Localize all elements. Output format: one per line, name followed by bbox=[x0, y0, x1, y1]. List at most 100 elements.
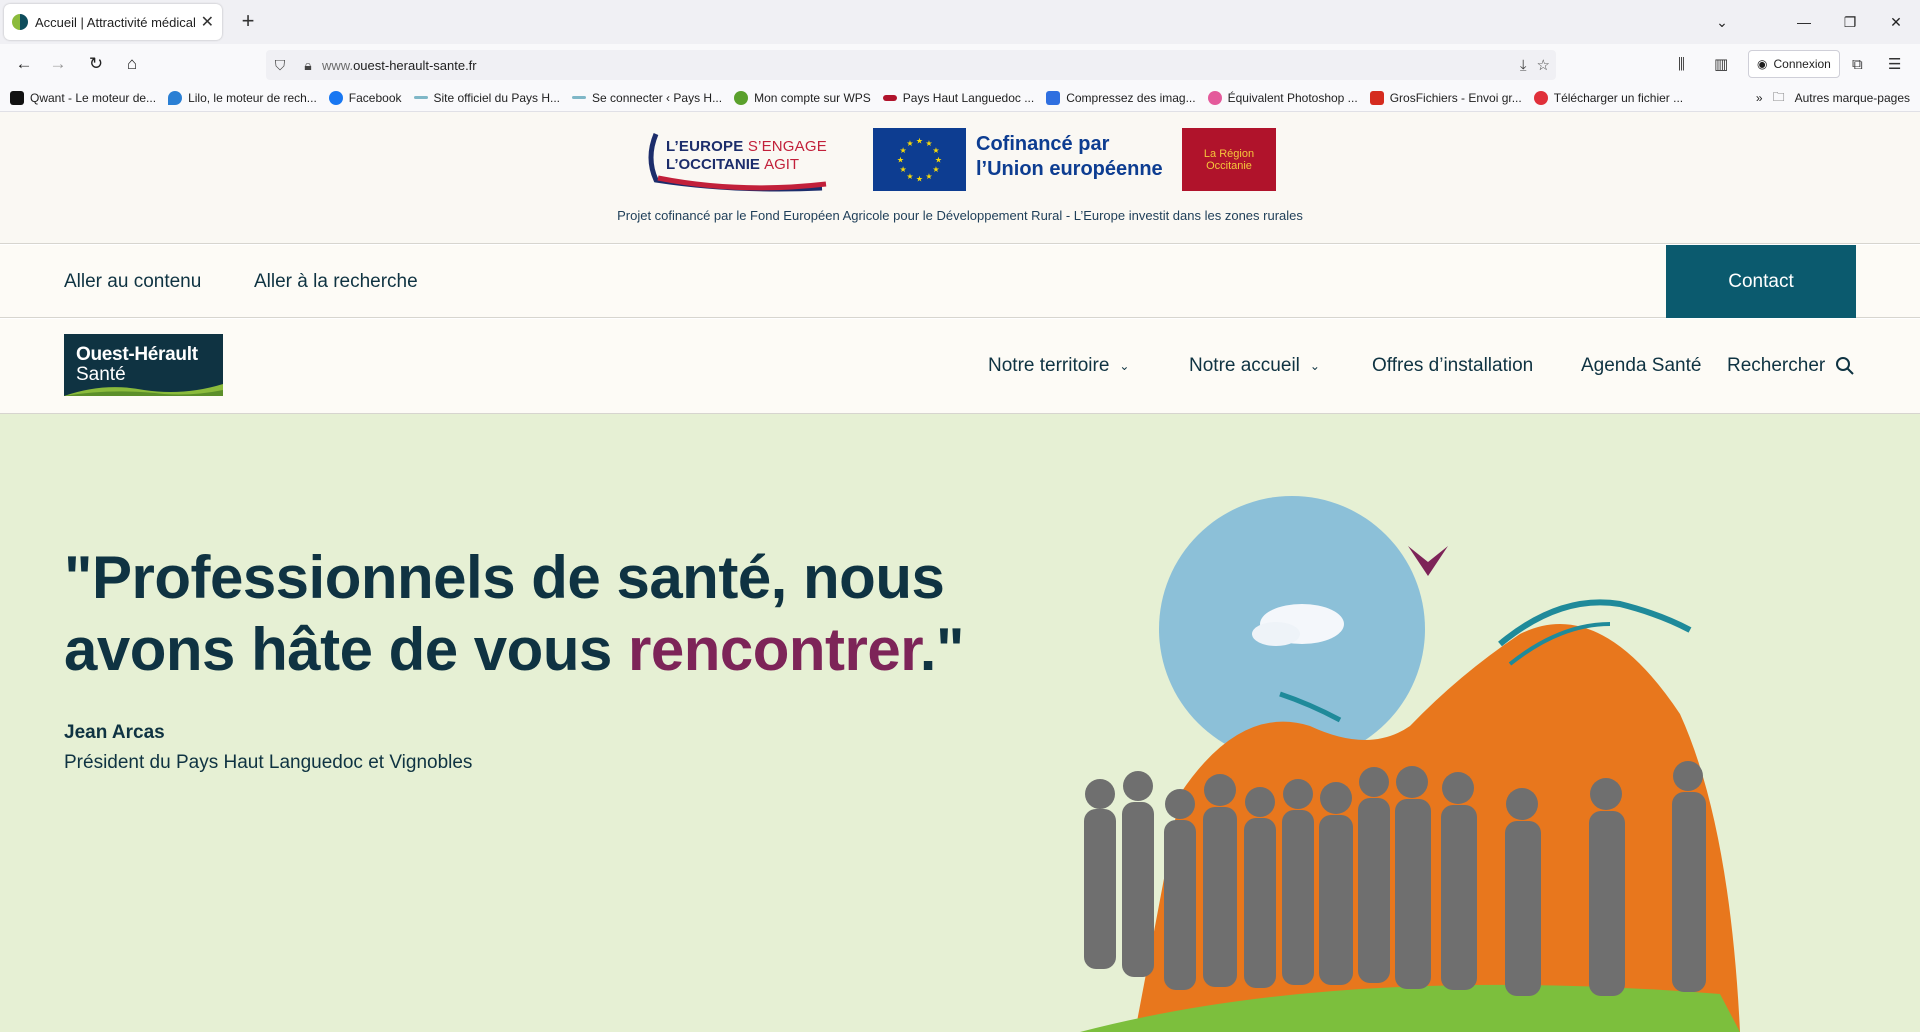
eu-star-icon: ★ bbox=[932, 165, 939, 174]
bookmark-item[interactable]: Site officiel du Pays H... bbox=[413, 91, 560, 105]
bookmark-item[interactable]: Qwant - Le moteur de... bbox=[10, 90, 156, 105]
bookmarks-toolbar: Qwant - Le moteur de... Lilo, le moteur … bbox=[0, 84, 1920, 112]
quote-author-name: Jean Arcas bbox=[64, 722, 165, 743]
back-icon[interactable]: ← bbox=[10, 50, 38, 78]
bookmark-favicon-icon bbox=[1369, 90, 1384, 105]
eu-star-icon: ★ bbox=[916, 137, 923, 146]
europe-logo-text-4: AGIT bbox=[764, 156, 800, 173]
url-domain: ouest-herault-sante.fr bbox=[353, 57, 477, 73]
bookmark-favicon-icon bbox=[168, 90, 183, 105]
minimize-window-icon[interactable]: — bbox=[1782, 0, 1826, 44]
other-bookmarks-label[interactable]: Autres marque-pages bbox=[1795, 91, 1910, 105]
skip-links-bar: Aller au contenu Aller à la recherche Co… bbox=[0, 245, 1920, 318]
restore-window-icon[interactable]: ❐ bbox=[1828, 0, 1872, 44]
heart-icon bbox=[1533, 90, 1548, 105]
eu-star-icon: ★ bbox=[935, 156, 942, 165]
bookmark-item[interactable]: Équivalent Photoshop ... bbox=[1207, 90, 1358, 105]
nav-notre-territoire[interactable]: Notre territoire ⌄ bbox=[988, 355, 1129, 377]
nav-notre-territoire-label: Notre territoire bbox=[988, 355, 1110, 376]
eu-star-icon: ★ bbox=[897, 156, 904, 165]
bookmark-item[interactable]: Télécharger un fichier ... bbox=[1533, 90, 1683, 105]
nav-agenda-label: Agenda Santé bbox=[1581, 355, 1702, 376]
nav-agenda-sante[interactable]: Agenda Santé bbox=[1581, 355, 1701, 377]
site-logo-line1: Ouest-Hérault bbox=[76, 344, 198, 365]
url-prefix: www. bbox=[322, 57, 354, 73]
hero-quote-part2: ." bbox=[919, 616, 965, 683]
bookmark-favicon-icon bbox=[882, 94, 897, 101]
account-label: Connexion bbox=[1773, 57, 1831, 71]
hero-illustration bbox=[1080, 496, 1740, 1032]
nav-notre-accueil-label: Notre accueil bbox=[1189, 355, 1300, 376]
bird-shape bbox=[1408, 546, 1448, 576]
bookmark-item[interactable]: Lilo, le moteur de rech... bbox=[168, 90, 317, 105]
funding-banner: L’EUROPE S’ENGAGE L’OCCITANIE AGIT ★ ★ ★ ★ ★… bbox=[0, 112, 1920, 244]
account-icon: ◉ bbox=[1757, 57, 1768, 71]
bookmark-favicon-icon bbox=[572, 96, 587, 99]
chevron-down-icon: ⌄ bbox=[1309, 359, 1320, 373]
region-logo-text: La Région Occitanie bbox=[1203, 147, 1255, 172]
close-window-icon[interactable]: ✕ bbox=[1874, 0, 1918, 44]
browser-tab-active[interactable]: Accueil | Attractivité médicale ✕ bbox=[4, 4, 222, 40]
bookmark-favicon-icon bbox=[734, 90, 749, 105]
eu-star-icon: ★ bbox=[932, 146, 939, 155]
library-icon[interactable]: ⫼ bbox=[1678, 50, 1685, 78]
eu-star-icon: ★ bbox=[916, 175, 923, 184]
eu-text-line2: l’Union européenne bbox=[976, 158, 1163, 180]
bookmark-item[interactable]: GrosFichiers - Envoi gr... bbox=[1369, 90, 1522, 105]
navigation-toolbar: ← → ↻ ⌂ ⛉ 🔒︎ www. ouest-herault-sante.fr … bbox=[0, 44, 1920, 84]
list-tabs-icon[interactable]: ⌄ bbox=[1700, 0, 1744, 44]
site-logo[interactable]: Ouest-Hérault Santé bbox=[64, 334, 223, 396]
hero-quote: "Professionnels de santé, nous avons hât… bbox=[64, 542, 1024, 686]
extensions-icon[interactable]: ⧉ bbox=[1852, 50, 1863, 78]
reload-icon[interactable]: ↻ bbox=[82, 50, 110, 78]
close-tab-icon[interactable]: ✕ bbox=[201, 12, 214, 32]
lock-icon[interactable]: 🔒︎ bbox=[294, 57, 322, 74]
contact-button[interactable]: Contact bbox=[1666, 245, 1856, 318]
nav-offres-label: Offres d’installation bbox=[1372, 355, 1534, 376]
hero-quote-highlight: rencontrer bbox=[628, 616, 920, 683]
eu-star-icon: ★ bbox=[906, 172, 913, 181]
region-occitanie-logo: La Région Occitanie bbox=[1182, 128, 1276, 191]
europe-logo-text-1: L’EUROPE bbox=[666, 138, 748, 155]
forward-icon[interactable]: → bbox=[44, 50, 72, 78]
address-bar[interactable]: ⛉ 🔒︎ www. ouest-herault-sante.fr ⤓ ☆ bbox=[266, 50, 1556, 80]
bookmark-item[interactable]: Facebook bbox=[328, 90, 402, 105]
page-content: L’EUROPE S’ENGAGE L’OCCITANIE AGIT ★ ★ ★ ★ ★… bbox=[0, 112, 1920, 1032]
nav-notre-accueil[interactable]: Notre accueil ⌄ bbox=[1189, 355, 1320, 377]
sidebar-icon[interactable]: ▥ bbox=[1714, 50, 1728, 78]
contact-button-label: Contact bbox=[1728, 270, 1794, 292]
bookmark-favicon-icon bbox=[413, 96, 428, 99]
europe-logo-text-3: L’OCCITANIE bbox=[666, 156, 765, 173]
quote-author-role: Président du Pays Haut Languedoc et Vign… bbox=[64, 752, 473, 773]
nav-rechercher[interactable]: Rechercher bbox=[1727, 355, 1855, 377]
save-to-pocket-icon[interactable]: ⤓ bbox=[1520, 57, 1527, 74]
more-bookmarks-chevron-icon[interactable]: » bbox=[1756, 91, 1763, 105]
account-button[interactable]: ◉ Connexion bbox=[1748, 50, 1840, 78]
eu-star-icon: ★ bbox=[906, 139, 913, 148]
facebook-icon bbox=[328, 90, 343, 105]
eu-flag-icon: ★ ★ ★ ★ ★ ★ ★ ★ ★ ★ ★ ★ bbox=[873, 128, 966, 191]
funding-caption: Projet cofinancé par le Fond Européen Ag… bbox=[617, 208, 1303, 223]
bookmark-item[interactable]: Pays Haut Languedoc ... bbox=[882, 91, 1034, 105]
other-bookmarks-folder-icon: 🗀 bbox=[1772, 89, 1785, 104]
bookmark-item[interactable]: Compressez des imag... bbox=[1046, 90, 1196, 105]
bookmark-item[interactable]: Se connecter ‹ Pays H... bbox=[572, 91, 722, 105]
menu-icon[interactable]: ☰ bbox=[1888, 50, 1901, 78]
home-icon[interactable]: ⌂ bbox=[118, 50, 146, 78]
tab-title: Accueil | Attractivité médicale bbox=[35, 14, 195, 30]
bookmark-item[interactable]: Mon compte sur WPS bbox=[734, 90, 871, 105]
nav-offres-installation[interactable]: Offres d’installation bbox=[1372, 355, 1533, 377]
eu-text-line1: Cofinancé par bbox=[976, 133, 1110, 155]
skip-to-content-link[interactable]: Aller au contenu bbox=[64, 271, 201, 293]
search-icon bbox=[1836, 357, 1854, 375]
skip-to-search-link[interactable]: Aller à la recherche bbox=[254, 271, 418, 293]
tab-bar: Accueil | Attractivité médicale ✕ + ⌄ — … bbox=[0, 0, 1920, 44]
new-tab-button[interactable]: + bbox=[234, 8, 262, 36]
bookmark-favicon-icon bbox=[1046, 90, 1061, 105]
europe-occitanie-logo: L’EUROPE S’ENGAGE L’OCCITANIE AGIT bbox=[644, 128, 859, 194]
chevron-down-icon: ⌄ bbox=[1119, 359, 1130, 373]
tracking-shield-icon[interactable]: ⛉ bbox=[266, 57, 294, 74]
bookmark-star-icon[interactable]: ☆ bbox=[1537, 56, 1550, 74]
eu-star-icon: ★ bbox=[899, 165, 906, 174]
bookmark-favicon-icon bbox=[1207, 90, 1222, 105]
